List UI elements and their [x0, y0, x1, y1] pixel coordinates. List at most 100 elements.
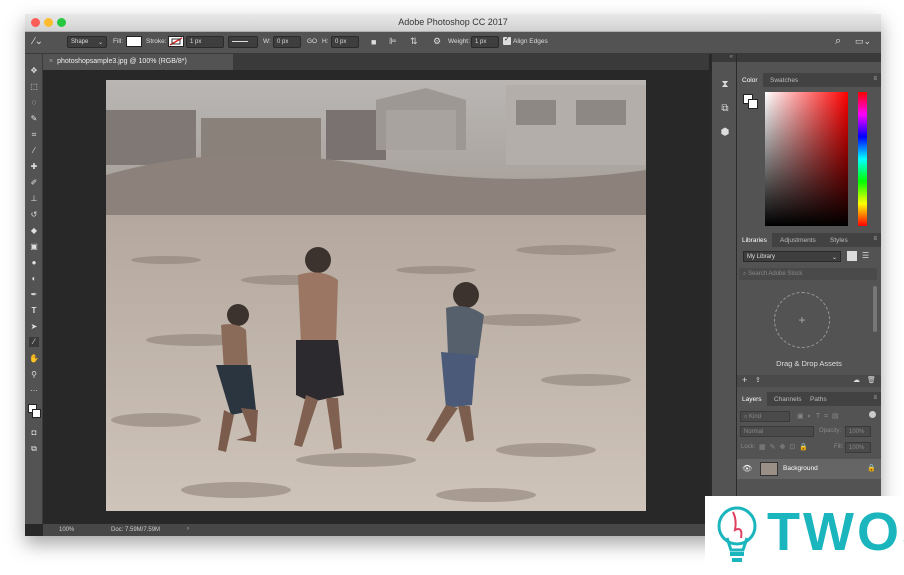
- pen-tool-icon[interactable]: ✒: [29, 290, 39, 300]
- tab-paths[interactable]: Paths: [805, 392, 832, 406]
- zoom-level[interactable]: 100%: [59, 527, 74, 533]
- photoshop-window: Adobe Photoshop CC 2017 ∕⌄ Shape ⌄ Fill: …: [25, 14, 881, 536]
- layer-filter-icons[interactable]: ▣◐T⌗▤: [797, 412, 843, 421]
- watermark-text: TWOS: [767, 502, 904, 562]
- blur-tool-icon[interactable]: ●: [29, 258, 39, 268]
- panel-menu-icon[interactable]: ≡: [873, 395, 877, 401]
- fill-label: Fill:: [113, 38, 124, 45]
- filter-toggle-icon[interactable]: [869, 411, 876, 418]
- healing-brush-tool-icon[interactable]: ✚: [29, 162, 39, 172]
- grid-view-icon[interactable]: [847, 251, 857, 261]
- background-color-swatch[interactable]: [32, 409, 41, 418]
- lock-icon: 🔒: [867, 465, 876, 472]
- quick-selection-tool-icon[interactable]: ✎: [29, 114, 39, 124]
- stroke-type-dropdown[interactable]: [228, 36, 258, 48]
- eyedropper-tool-icon[interactable]: ⁄: [29, 146, 39, 156]
- crop-tool-icon[interactable]: ⌗: [29, 130, 39, 140]
- photo-image: [106, 80, 646, 511]
- add-asset-icon[interactable]: +: [742, 375, 747, 385]
- libraries-panel-tabs: Libraries Adjustments Styles ≡: [737, 233, 881, 247]
- layer-row[interactable]: 👁 Background 🔒: [737, 459, 881, 479]
- solid-line-icon: [232, 40, 248, 42]
- path-arrangement-icon[interactable]: ⇅: [410, 36, 418, 47]
- hand-tool-icon[interactable]: ✋: [29, 354, 39, 364]
- tools-panel: ✥ ⬚ ◌ ✎ ⌗ ⁄ ✚ ✐ ⊥ ↺ ◆ ▣ ● ◐ ✒ T ➤ ∕ ✋ ⚲ …: [25, 54, 43, 524]
- chevron-right-icon[interactable]: ›: [187, 526, 189, 532]
- type-tool-icon[interactable]: T: [29, 306, 39, 316]
- tab-styles[interactable]: Styles: [825, 233, 853, 247]
- libraries-scrollbar[interactable]: [873, 286, 877, 332]
- fill-field[interactable]: 100%: [845, 442, 871, 453]
- width-label: W:: [263, 38, 271, 45]
- drop-target-plus-icon[interactable]: +: [774, 292, 830, 348]
- clone-stamp-tool-icon[interactable]: ⊥: [29, 194, 39, 204]
- chevron-down-icon: ⌄: [97, 40, 103, 46]
- eraser-tool-icon[interactable]: ◆: [29, 226, 39, 236]
- stroke-width-field[interactable]: 1 px: [186, 36, 224, 48]
- trash-icon[interactable]: 🗑: [867, 376, 876, 384]
- panel-menu-icon[interactable]: ≡: [873, 76, 877, 82]
- stroke-swatch[interactable]: [168, 36, 184, 47]
- workspace-switcher-icon[interactable]: ▭⌄: [855, 36, 871, 47]
- gear-icon[interactable]: ⚙: [433, 36, 441, 47]
- 3d-cube-icon[interactable]: ⬢: [718, 126, 732, 140]
- tab-color[interactable]: Color: [737, 73, 763, 87]
- layer-filter-dropdown[interactable]: ⌕ Kind: [740, 411, 790, 422]
- search-icon[interactable]: ⌕: [835, 35, 841, 48]
- canvas-area[interactable]: [43, 70, 709, 524]
- path-operations-icon[interactable]: ■: [371, 37, 376, 47]
- move-tool-icon[interactable]: ✥: [29, 66, 39, 76]
- tab-swatches[interactable]: Swatches: [765, 73, 803, 87]
- list-view-icon[interactable]: ☰: [862, 251, 872, 261]
- path-alignment-icon[interactable]: ⊫: [389, 36, 397, 47]
- tab-channels[interactable]: Channels: [769, 392, 806, 406]
- brush-tool-icon[interactable]: ✐: [29, 178, 39, 188]
- link-dimensions-button[interactable]: GO: [307, 38, 317, 45]
- hue-slider[interactable]: [858, 92, 867, 226]
- dodge-tool-icon[interactable]: ◐: [29, 274, 39, 284]
- title-bar: Adobe Photoshop CC 2017: [25, 14, 881, 32]
- width-field[interactable]: 0 px: [273, 36, 301, 48]
- line-tool-icon[interactable]: ∕: [29, 337, 39, 347]
- properties-panel-icon[interactable]: ⧉: [718, 102, 732, 116]
- panel-menu-icon[interactable]: ≡: [873, 236, 877, 242]
- options-bar: ∕⌄ Shape ⌄ Fill: Stroke: 1 px W: 0 px GO …: [25, 32, 881, 54]
- document-size-info: Doc: 7.59M/7.59M: [111, 527, 161, 533]
- weight-field[interactable]: 1 px: [471, 36, 499, 48]
- blend-mode-dropdown[interactable]: Normal: [740, 426, 814, 437]
- color-panel-tabs: Color Swatches ≡: [737, 73, 881, 87]
- beach-photo[interactable]: [106, 80, 646, 511]
- status-bar: 100% Doc: 7.59M/7.59M ›: [43, 524, 709, 536]
- tab-libraries[interactable]: Libraries: [737, 233, 772, 247]
- lock-icons[interactable]: ▦✎✥⊡🔒: [759, 443, 812, 451]
- fill-swatch[interactable]: [126, 36, 142, 47]
- collapse-strip-icon[interactable]: «: [712, 54, 736, 62]
- zoom-tool-icon[interactable]: ⚲: [29, 370, 39, 380]
- path-selection-tool-icon[interactable]: ➤: [29, 322, 39, 332]
- line-tool-preset-icon[interactable]: ∕⌄: [33, 36, 43, 47]
- history-panel-icon[interactable]: ⧗: [718, 78, 732, 92]
- tab-adjustments[interactable]: Adjustments: [775, 233, 821, 247]
- library-dropdown[interactable]: My Library ⌄: [743, 251, 841, 262]
- quick-mask-icon[interactable]: ◘: [29, 428, 39, 438]
- eye-icon[interactable]: 👁: [742, 464, 752, 473]
- more-tools-icon[interactable]: ···: [29, 386, 39, 396]
- cloud-sync-icon[interactable]: ☁: [853, 376, 860, 384]
- history-brush-tool-icon[interactable]: ↺: [29, 210, 39, 220]
- align-edges-checkbox[interactable]: ✓: [503, 36, 511, 45]
- opacity-field[interactable]: 100%: [845, 426, 871, 437]
- screen-mode-icon[interactable]: ⧉: [29, 444, 39, 454]
- upload-icon[interactable]: ⇪: [755, 376, 761, 384]
- tab-layers[interactable]: Layers: [737, 392, 767, 406]
- lasso-tool-icon[interactable]: ◌: [29, 98, 39, 108]
- tool-mode-dropdown[interactable]: Shape ⌄: [67, 36, 107, 48]
- stock-search-input[interactable]: ⌕ Search Adobe Stock: [739, 268, 877, 280]
- marquee-tool-icon[interactable]: ⬚: [29, 82, 39, 92]
- color-background-swatch[interactable]: [748, 99, 758, 109]
- document-tab[interactable]: × photoshopsample3.jpg @ 100% (RGB/8*): [43, 54, 233, 70]
- color-saturation-field[interactable]: [765, 92, 848, 226]
- layer-thumbnail: [760, 462, 778, 476]
- height-field[interactable]: 0 px: [331, 36, 359, 48]
- close-tab-icon[interactable]: ×: [49, 58, 53, 65]
- gradient-tool-icon[interactable]: ▣: [29, 242, 39, 252]
